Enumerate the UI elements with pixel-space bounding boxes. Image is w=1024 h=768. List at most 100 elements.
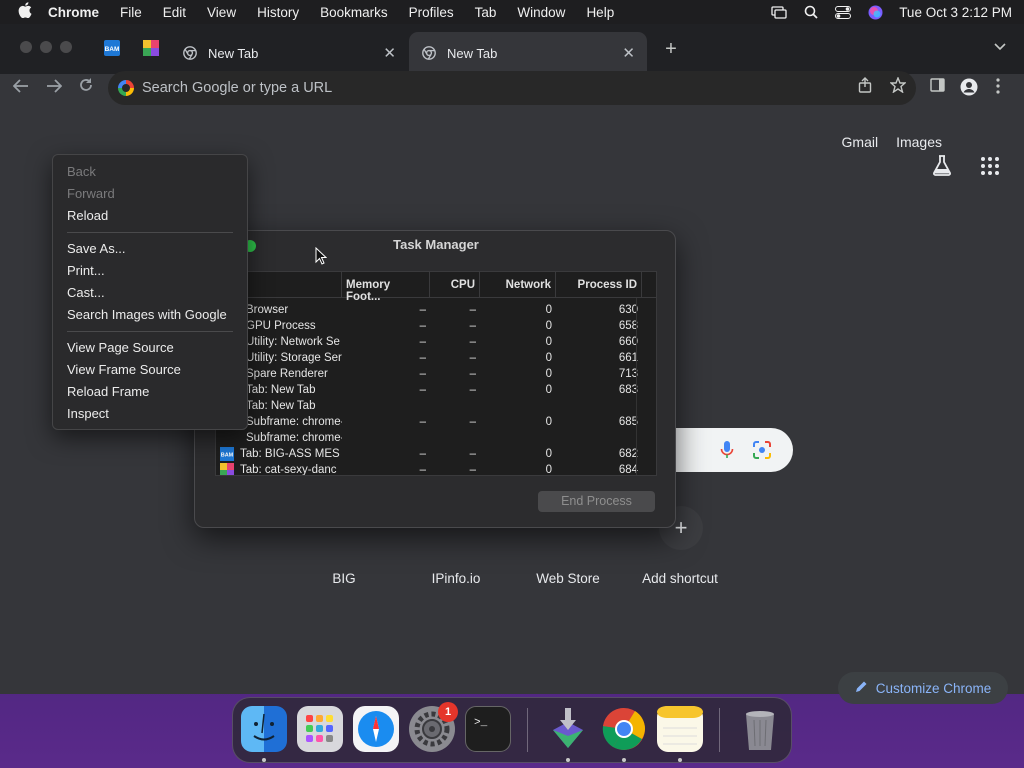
menu-view[interactable]: View xyxy=(207,5,236,20)
share-icon[interactable] xyxy=(858,77,872,97)
shortcut-add[interactable]: Add shortcut xyxy=(630,571,730,586)
spotlight-search-icon[interactable] xyxy=(803,5,819,19)
menu-item-search-images[interactable]: Search Images with Google xyxy=(53,304,247,326)
chrome-favicon-icon xyxy=(182,45,198,61)
network-cell: 0 xyxy=(545,384,552,396)
safari-icon[interactable] xyxy=(353,706,399,752)
profile-avatar-icon[interactable] xyxy=(960,78,978,100)
google-lens-icon[interactable] xyxy=(753,441,771,459)
table-row[interactable]: Subframe: chrome- xyxy=(216,430,656,446)
table-row[interactable]: Subframe: chrome- – – 0 685 xyxy=(216,414,656,430)
finder-icon[interactable] xyxy=(241,706,287,752)
menu-history[interactable]: History xyxy=(257,5,299,20)
table-row[interactable]: Spare Renderer – – 0 713 xyxy=(216,366,656,382)
table-row[interactable]: Tab: New Tab xyxy=(216,398,656,414)
menu-profiles[interactable]: Profiles xyxy=(409,5,454,20)
shortcut-ipinfo[interactable]: IPinfo.io xyxy=(406,571,506,586)
apple-menu-icon[interactable] xyxy=(16,2,34,22)
cpu-cell: – xyxy=(469,416,476,428)
close-tab-icon[interactable]: ✕ xyxy=(383,44,396,62)
back-arrow-icon[interactable] xyxy=(10,76,32,98)
tab-new-tab-1[interactable]: New Tab ✕ xyxy=(170,32,408,74)
table-row[interactable]: Tab: New Tab – – 0 683 xyxy=(216,382,656,398)
col-pid-header[interactable]: Process ID xyxy=(556,272,642,297)
bookmark-star-icon[interactable] xyxy=(889,76,907,97)
table-row[interactable]: Tab: cat-sexy-danc – – 0 684 xyxy=(216,462,656,476)
menubar-clock[interactable]: Tue Oct 3 2:12 PM xyxy=(899,5,1012,20)
close-window-button[interactable] xyxy=(20,41,32,53)
menu-item-view-frame-source[interactable]: View Frame Source xyxy=(53,359,247,381)
memory-cell: – xyxy=(419,304,426,316)
running-indicator xyxy=(678,758,682,762)
control-center-icon[interactable] xyxy=(835,5,852,19)
menu-window[interactable]: Window xyxy=(517,5,565,20)
table-scrollbar[interactable] xyxy=(636,298,646,475)
voice-search-mic-icon[interactable] xyxy=(720,440,734,460)
menu-help[interactable]: Help xyxy=(586,5,614,20)
reload-icon[interactable] xyxy=(75,76,97,98)
more-menu-icon[interactable] xyxy=(996,78,1000,98)
network-cell: 0 xyxy=(545,416,552,428)
new-tab-button[interactable]: + xyxy=(660,38,682,60)
menu-file[interactable]: File xyxy=(120,5,142,20)
customize-chrome-button[interactable]: Customize Chrome xyxy=(838,672,1008,704)
task-name-text: Tab: BIG-ASS MES xyxy=(240,448,340,460)
notes-icon[interactable] xyxy=(657,706,703,752)
menu-app-name[interactable]: Chrome xyxy=(48,5,99,20)
menu-item-print[interactable]: Print... xyxy=(53,260,247,282)
table-row[interactable]: Utility: Network Se – – 0 660 xyxy=(216,334,656,350)
installer-icon[interactable] xyxy=(545,706,591,752)
menu-item-cast[interactable]: Cast... xyxy=(53,282,247,304)
launchpad-icon[interactable] xyxy=(297,706,343,752)
zoom-window-button[interactable] xyxy=(60,41,72,53)
chrome-icon[interactable] xyxy=(601,706,647,752)
menu-item-save-as[interactable]: Save As... xyxy=(53,238,247,260)
tab-search-chevron-icon[interactable] xyxy=(994,40,1006,54)
siri-icon[interactable] xyxy=(867,5,883,19)
col-memory-header[interactable]: Memory Foot... xyxy=(342,272,430,303)
menu-item-forward[interactable]: Forward xyxy=(53,183,247,205)
process-id-cell: 660 xyxy=(618,336,638,348)
terminal-icon[interactable]: >_ xyxy=(465,706,511,752)
table-row[interactable]: BAM Tab: BIG-ASS MES – – 0 682 xyxy=(216,446,656,462)
labs-flask-icon[interactable] xyxy=(931,154,953,176)
col-cpu-header[interactable]: CPU xyxy=(430,272,480,297)
context-menu: Back Forward Reload Save As... Print... … xyxy=(52,154,248,430)
menu-edit[interactable]: Edit xyxy=(163,5,186,20)
task-name-text: Tab: cat-sexy-danc xyxy=(240,464,337,476)
trash-icon[interactable] xyxy=(737,706,783,752)
close-tab-icon[interactable]: ✕ xyxy=(622,44,635,62)
process-id-cell: 682 xyxy=(618,448,638,460)
gmail-link[interactable]: Gmail xyxy=(842,134,879,150)
images-link[interactable]: Images xyxy=(896,134,942,150)
end-process-button[interactable]: End Process xyxy=(538,491,655,512)
cpu-cell: – xyxy=(469,304,476,316)
network-cell: 0 xyxy=(545,352,552,364)
menu-item-reload[interactable]: Reload xyxy=(53,205,247,227)
menu-item-back[interactable]: Back xyxy=(53,161,247,183)
browser-toolbar: Search Google or type a URL xyxy=(0,71,1024,105)
tab-new-tab-2[interactable]: New Tab ✕ xyxy=(409,32,647,74)
network-cell: 0 xyxy=(545,464,552,476)
side-panel-icon[interactable] xyxy=(930,78,945,96)
menu-item-view-page-source[interactable]: View Page Source xyxy=(53,337,247,359)
table-row[interactable]: Browser – – 0 630 xyxy=(216,302,656,318)
shortcut-web-store[interactable]: Web Store xyxy=(518,571,618,586)
shortcut-big[interactable]: BIG xyxy=(294,571,394,586)
pinned-tab-colorful[interactable] xyxy=(136,38,166,62)
forward-arrow-icon[interactable] xyxy=(43,76,65,98)
table-row[interactable]: GPU Process – – 0 658 xyxy=(216,318,656,334)
menu-tab[interactable]: Tab xyxy=(475,5,497,20)
menu-bookmarks[interactable]: Bookmarks xyxy=(320,5,388,20)
process-id-cell: 630 xyxy=(618,304,638,316)
table-row[interactable]: Utility: Storage Ser – – 0 661 xyxy=(216,350,656,366)
col-network-header[interactable]: Network xyxy=(480,272,556,297)
dock-divider xyxy=(527,708,528,752)
menu-item-reload-frame[interactable]: Reload Frame xyxy=(53,381,247,403)
menu-item-inspect[interactable]: Inspect xyxy=(53,403,247,425)
minimize-window-button[interactable] xyxy=(40,41,52,53)
screen-mirroring-icon[interactable] xyxy=(771,5,787,19)
omnibox[interactable]: Search Google or type a URL xyxy=(108,71,916,105)
google-apps-grid-icon[interactable] xyxy=(981,157,999,175)
pinned-tab-bam[interactable]: BAM xyxy=(97,38,127,62)
